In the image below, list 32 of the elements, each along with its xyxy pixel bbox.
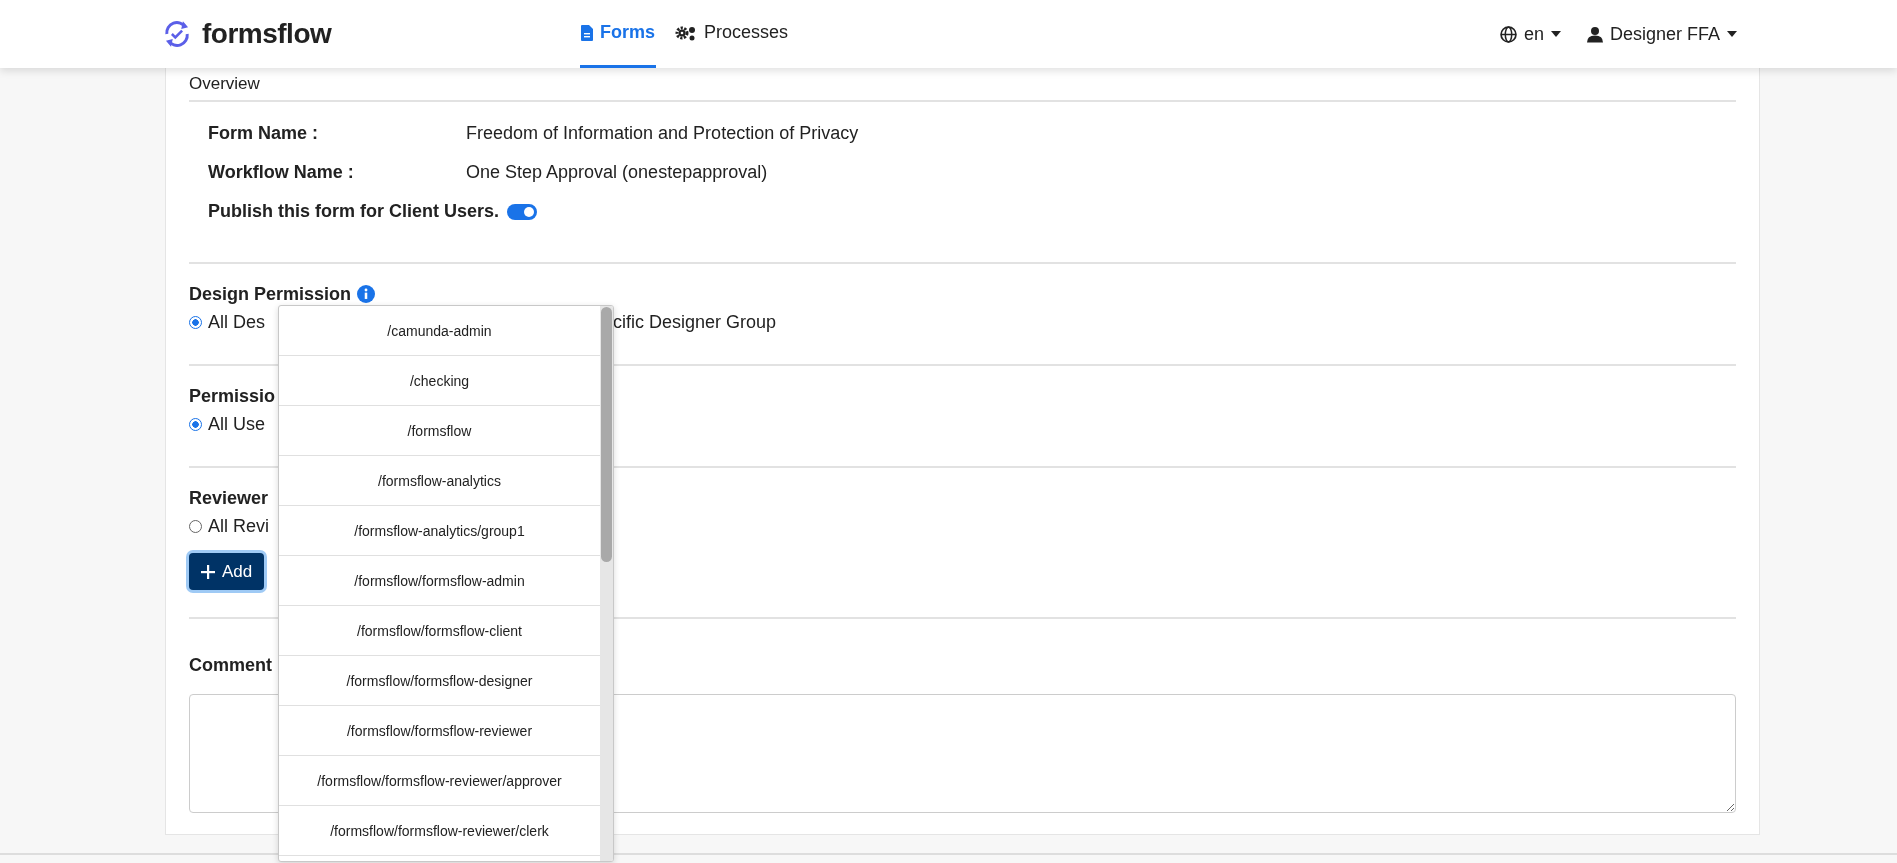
option-label: All Des [208,311,265,333]
option-label: cific Designer Group [613,311,777,333]
field-label: Workflow Name : [208,162,355,183]
section-title: Overview [189,68,1736,102]
field-value: Freedom of Information and Protection of Privacy [466,123,859,144]
plus-icon [201,564,215,579]
option-label: All Revi [208,515,269,537]
language-menu[interactable]: en [1499,23,1561,45]
caret-icon [1727,31,1737,37]
publish-toggle[interactable] [507,203,538,220]
caret-icon [1550,31,1561,37]
publish-label: Publish this form for Client Users. [208,201,500,222]
scrollbar[interactable] [600,306,613,861]
section-title: Permissio [189,385,276,407]
section-title: Reviewer [189,487,269,509]
document-icon [581,24,593,41]
logo-text: formsflow [202,18,332,50]
gears-icon [675,24,697,41]
radio-button[interactable] [189,519,202,533]
section-title: Design Permission [189,283,352,305]
info-icon[interactable] [357,285,376,303]
user-menu[interactable]: Designer FFA [1586,23,1737,45]
add-button[interactable]: Add [189,553,265,590]
option-label: All Use [208,413,265,435]
person-icon [1586,25,1603,43]
field-value: One Step Approval (onestepapproval) [466,162,768,183]
globe-icon [1499,25,1517,43]
radio-button[interactable] [189,315,202,329]
nav-tab[interactable]: Processes [674,0,790,68]
radio-button[interactable] [189,417,202,431]
section-title: Comment [189,654,272,676]
field-label: Form Name : [208,123,320,144]
